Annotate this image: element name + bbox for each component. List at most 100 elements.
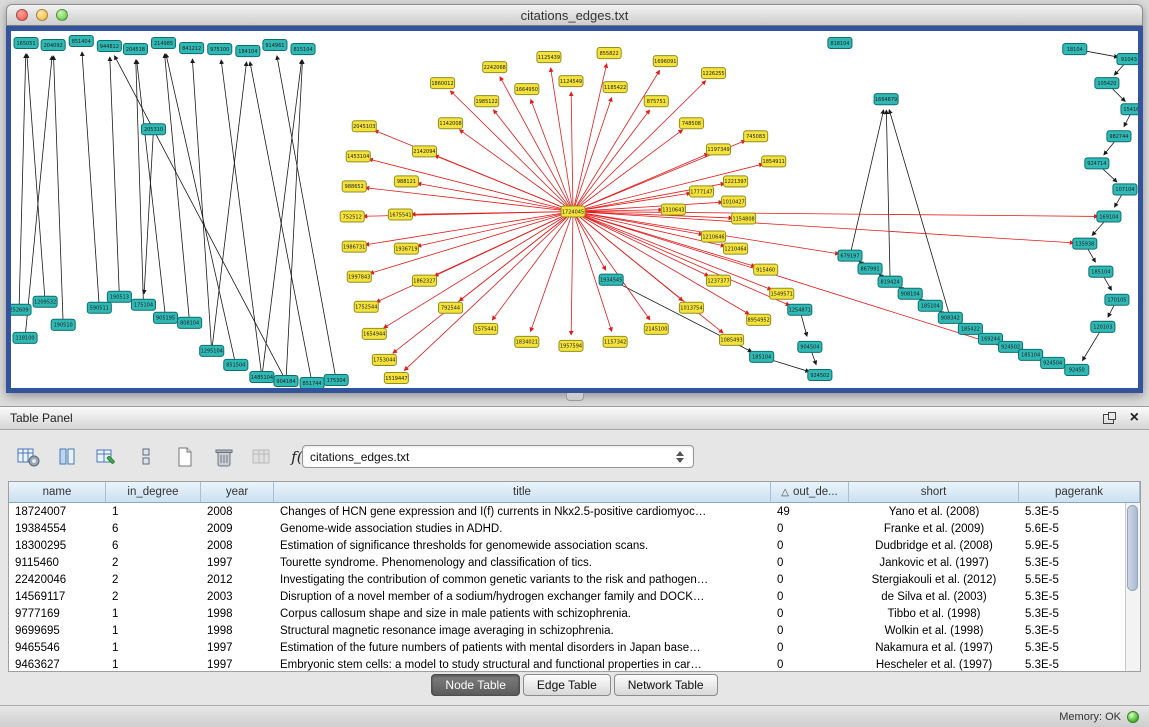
cell-pagerank[interactable]: 5.3E-5 xyxy=(1019,506,1125,518)
column-header-name[interactable]: name xyxy=(9,482,106,503)
graph-node[interactable]: 1957594 xyxy=(559,340,583,351)
graph-node[interactable]: 851504 xyxy=(224,359,248,370)
table-row[interactable]: 1830029562008Estimation of significance … xyxy=(9,537,1125,554)
graph-node[interactable]: 855822 xyxy=(597,48,621,59)
table-row[interactable]: 969969511998Structural magnetic resonanc… xyxy=(9,622,1125,639)
table-row[interactable]: 1456911722003Disruption of a novel membe… xyxy=(9,588,1125,605)
graph-node[interactable]: 1210646 xyxy=(701,231,725,242)
graph-node[interactable]: 185422 xyxy=(958,323,982,334)
graph-node[interactable]: 752512 xyxy=(340,211,364,222)
graph-node[interactable]: 745083 xyxy=(744,131,768,142)
window-titlebar[interactable]: citations_edges.txt xyxy=(6,4,1143,26)
cell-in_degree[interactable]: 1 xyxy=(106,642,201,654)
graph-node[interactable]: 908342 xyxy=(938,312,962,323)
cell-title[interactable]: Estimation of significance thresholds fo… xyxy=(274,540,771,552)
graph-node[interactable]: 1664879 xyxy=(874,94,898,105)
graph-node[interactable]: 792544 xyxy=(439,302,463,313)
float-panel-icon[interactable] xyxy=(1103,412,1116,424)
graph-node[interactable]: 904504 xyxy=(798,341,822,352)
cell-year[interactable]: 1998 xyxy=(201,608,274,620)
cell-title[interactable]: Genome-wide association studies in ADHD. xyxy=(274,523,771,535)
cell-pagerank[interactable]: 5.3E-5 xyxy=(1019,608,1125,620)
graph-node[interactable]: 1185422 xyxy=(603,82,627,93)
cell-in_degree[interactable]: 1 xyxy=(106,506,201,518)
cell-in_degree[interactable]: 1 xyxy=(106,625,201,637)
cell-year[interactable]: 1997 xyxy=(201,642,274,654)
graph-node[interactable]: 1197349 xyxy=(706,144,730,155)
graph-node[interactable]: 185104 xyxy=(750,351,774,362)
cell-short[interactable]: Stergiakouli et al. (2012) xyxy=(849,574,1019,586)
row-tools-button[interactable] xyxy=(131,443,161,471)
graph-node[interactable]: 214985 xyxy=(151,38,175,49)
cell-out_degree[interactable]: 0 xyxy=(771,659,849,671)
graph-node[interactable]: 92450 xyxy=(1065,364,1089,375)
graph-node[interactable]: 190513 xyxy=(107,291,131,302)
cell-short[interactable]: Yano et al. (2008) xyxy=(849,506,1019,518)
cell-short[interactable]: Tibbo et al. (1998) xyxy=(849,608,1019,620)
cell-out_degree[interactable]: 0 xyxy=(771,557,849,569)
graph-node[interactable]: 1752544 xyxy=(354,301,378,312)
cell-short[interactable]: Nakamura et al. (1997) xyxy=(849,642,1019,654)
graph-node[interactable]: 1154808 xyxy=(732,213,756,224)
graph-node[interactable]: 982744 xyxy=(1107,131,1131,142)
graph-node[interactable]: 1226255 xyxy=(701,68,725,79)
column-header-pagerank[interactable]: pagerank xyxy=(1019,482,1140,503)
new-document-button[interactable] xyxy=(170,443,200,471)
graph-node[interactable]: 590511 xyxy=(87,302,111,313)
graph-node[interactable]: 1985122 xyxy=(475,96,499,107)
graph-node[interactable]: 924502 xyxy=(808,369,832,380)
cell-year[interactable]: 1997 xyxy=(201,659,274,671)
cell-out_degree[interactable]: 0 xyxy=(771,591,849,603)
graph-node[interactable]: 190510 xyxy=(51,319,75,330)
graph-node[interactable]: 1549571 xyxy=(770,288,794,299)
table-row[interactable]: 911546021997Tourette syndrome. Phenomeno… xyxy=(9,554,1125,571)
tab-node-table[interactable]: Node Table xyxy=(431,674,520,696)
cell-pagerank[interactable]: 5.3E-5 xyxy=(1019,557,1125,569)
table-row[interactable]: 2242004622012Investigating the contribut… xyxy=(9,571,1125,588)
cell-name[interactable]: 22420046 xyxy=(9,574,106,586)
cell-title[interactable]: Changes of HCN gene expression and I(f) … xyxy=(274,506,771,518)
graph-node[interactable]: 944812 xyxy=(97,41,121,52)
graph-node[interactable]: 1125439 xyxy=(537,52,561,63)
graph-node[interactable]: 924504 xyxy=(1041,357,1065,368)
graph-node[interactable]: 105420 xyxy=(1095,78,1119,89)
graph-node[interactable]: 905195 xyxy=(154,312,178,323)
cell-year[interactable]: 2009 xyxy=(201,523,274,535)
cell-short[interactable]: Jankovic et al. (1997) xyxy=(849,557,1019,569)
cell-name[interactable]: 14569117 xyxy=(9,591,106,603)
graph-node[interactable]: 1157342 xyxy=(603,336,627,347)
graph-node[interactable]: 169104 xyxy=(1097,211,1121,222)
cell-in_degree[interactable]: 1 xyxy=(106,608,201,620)
cell-pagerank[interactable]: 5.3E-5 xyxy=(1019,642,1125,654)
graph-node[interactable]: 818104 xyxy=(828,38,852,49)
graph-node[interactable]: 851744 xyxy=(300,377,324,388)
table-edit-button[interactable] xyxy=(92,443,122,471)
graph-node[interactable]: 819424 xyxy=(878,276,902,287)
column-header-out_degree[interactable]: △out_de... xyxy=(771,482,849,503)
cell-name[interactable]: 9777169 xyxy=(9,608,106,620)
graph-node[interactable]: 915460 xyxy=(754,264,778,275)
graph-node[interactable]: 914961 xyxy=(263,40,287,51)
graph-node[interactable]: 808104 xyxy=(178,317,202,328)
cell-name[interactable]: 9115460 xyxy=(9,557,106,569)
cell-out_degree[interactable]: 0 xyxy=(771,523,849,535)
graph-node[interactable]: 165051 xyxy=(14,38,38,49)
delete-button[interactable] xyxy=(209,443,239,471)
zoom-window-button[interactable] xyxy=(56,9,68,21)
cell-pagerank[interactable]: 5.3E-5 xyxy=(1019,659,1125,671)
graph-node[interactable]: 1209532 xyxy=(33,296,57,307)
graph-node[interactable]: 18104 xyxy=(1063,44,1087,55)
graph-node[interactable]: 988652 xyxy=(342,181,366,192)
graph-node[interactable]: 1142008 xyxy=(439,118,463,129)
table-row[interactable]: 1872400712008Changes of HCN gene express… xyxy=(9,503,1125,520)
scrollbar-thumb[interactable] xyxy=(1127,505,1138,591)
graph-node[interactable]: 1854911 xyxy=(762,156,786,167)
tab-edge-table[interactable]: Edge Table xyxy=(523,674,611,696)
graph-node[interactable]: 184104 xyxy=(236,46,260,57)
close-window-button[interactable] xyxy=(16,9,28,21)
window-resize-handle[interactable] xyxy=(566,393,584,401)
graph-node[interactable]: 1210464 xyxy=(724,243,748,254)
graph-node[interactable]: 1997843 xyxy=(347,271,371,282)
graph-node[interactable]: 1310643 xyxy=(661,204,685,215)
table-row[interactable]: 977716911998Corpus callosum shape and si… xyxy=(9,605,1125,622)
